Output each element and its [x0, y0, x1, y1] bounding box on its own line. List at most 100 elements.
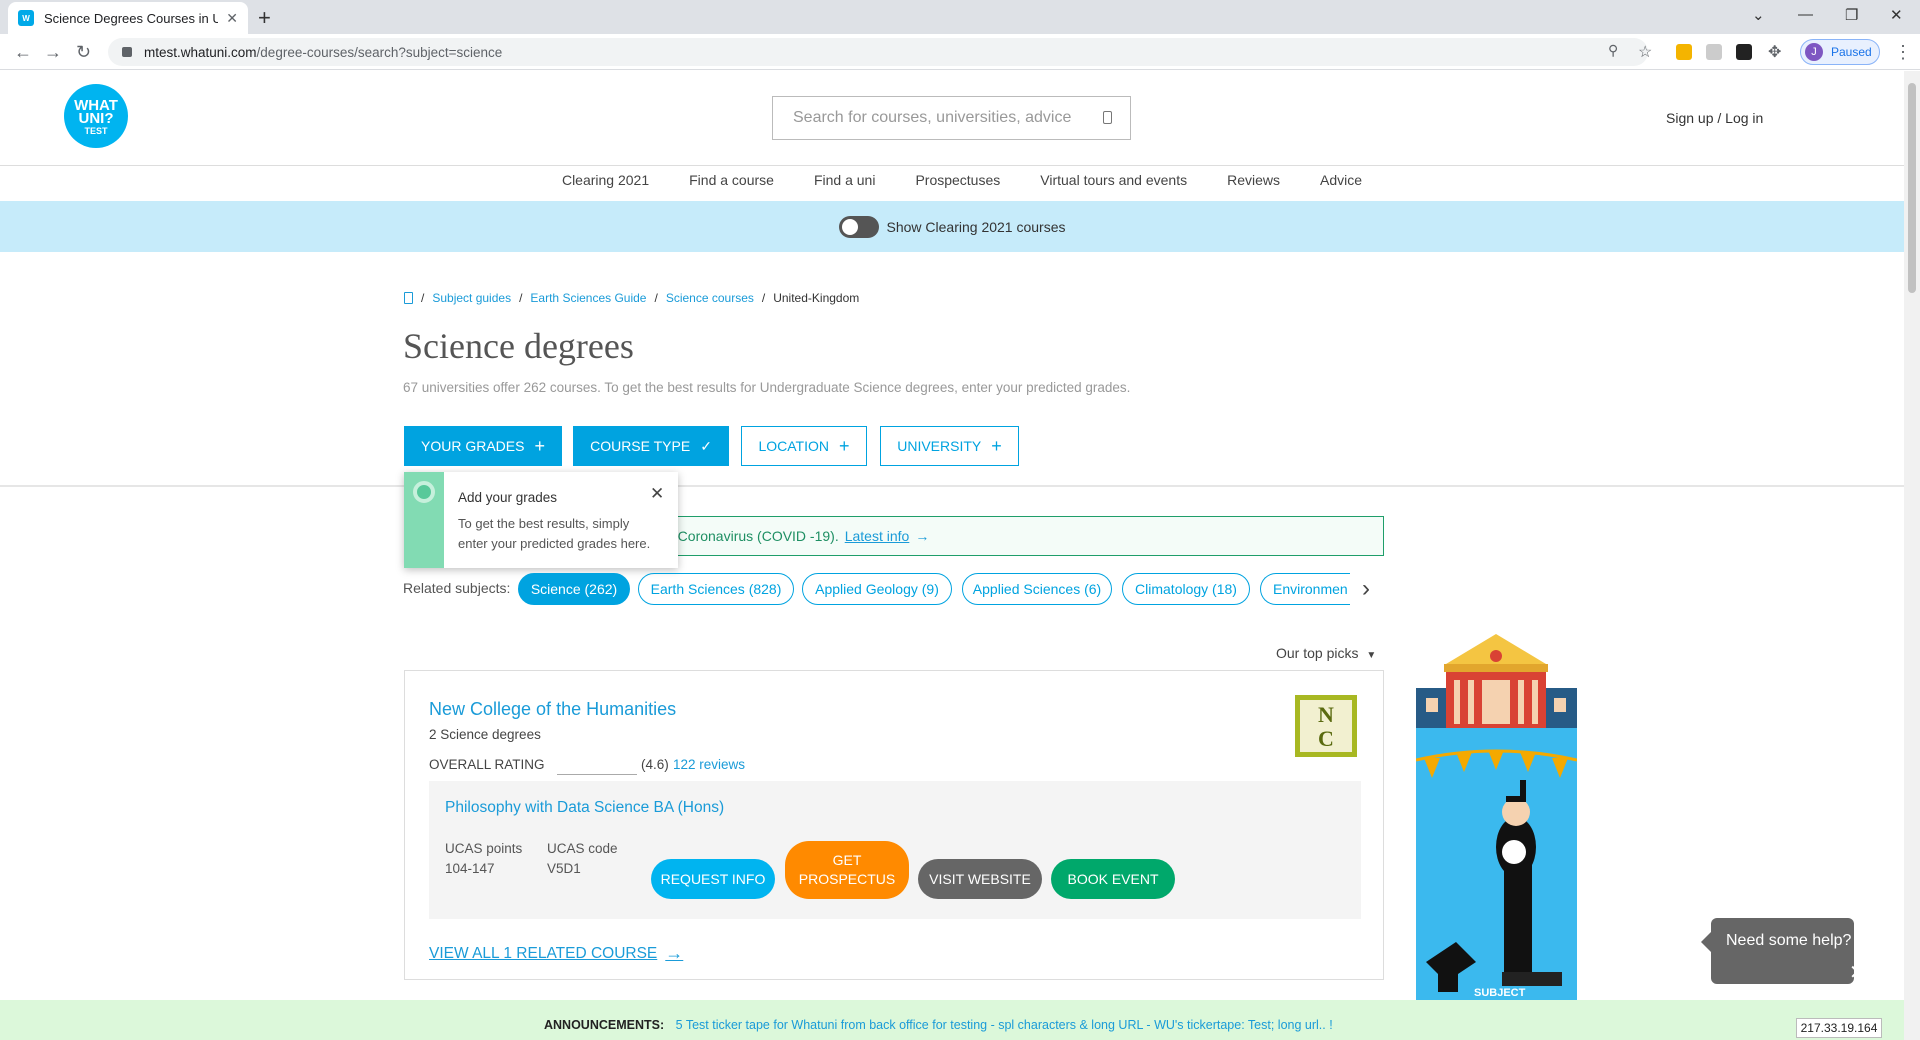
close-tab-icon[interactable]: ✕ — [226, 10, 238, 27]
location-icon[interactable]: ⚲ — [1608, 42, 1618, 59]
view-all-courses-link[interactable]: VIEW ALL 1 RELATED COURSE → — [429, 943, 683, 964]
forward-icon[interactable]: → — [44, 42, 62, 63]
profile-button[interactable]: J Paused — [1800, 39, 1880, 65]
extensions-puzzle-icon[interactable]: ✥ — [1768, 42, 1781, 62]
advert-caption: SUBJECT — [1474, 987, 1526, 999]
degree-count: 2 Science degrees — [429, 727, 541, 742]
whatuni-logo[interactable]: WHAT UNI? TEST — [64, 84, 128, 148]
course-panel: Philosophy with Data Science BA (Hons) U… — [429, 781, 1361, 919]
avatar: J — [1805, 43, 1823, 61]
nav-item-virtual-tours[interactable]: Virtual tours and events — [1040, 172, 1187, 188]
notice-text: by Coronavirus (COVID -19). — [659, 528, 839, 544]
book-event-button[interactable]: BOOK EVENT — [1051, 859, 1175, 899]
related-chip-applied-sciences[interactable]: Applied Sciences (6) — [962, 573, 1112, 605]
filter-university[interactable]: UNIVERSITY + — [880, 426, 1019, 466]
breadcrumb-science-courses[interactable]: Science courses — [666, 291, 754, 305]
divider — [0, 485, 1904, 487]
related-chip-environment[interactable]: Environmen — [1260, 573, 1350, 605]
breadcrumb-subject-guides[interactable]: Subject guides — [432, 291, 511, 305]
check-icon: ✓ — [700, 437, 712, 454]
nav-item-find-course[interactable]: Find a course — [689, 172, 774, 188]
announcement-label: ANNOUNCEMENTS: — [544, 1018, 665, 1032]
minimize-icon[interactable]: — — [1798, 6, 1813, 23]
filter-course-type[interactable]: COURSE TYPE ✓ — [573, 426, 729, 466]
related-chip-science[interactable]: Science (262) — [518, 573, 630, 605]
clearing-toggle[interactable] — [838, 215, 879, 238]
home-icon[interactable] — [404, 292, 413, 304]
breadcrumb-separator: / — [519, 291, 523, 305]
tooltip-accent — [404, 472, 444, 568]
extension-icon[interactable] — [1676, 44, 1692, 60]
new-tab-icon[interactable]: + — [258, 5, 271, 31]
tooltip-body: To get the best results, simply enter yo… — [458, 516, 651, 551]
ucas-code-label: UCAS code — [547, 841, 618, 856]
page-title: Science degrees — [403, 326, 634, 366]
advert-illustration: SUBJECT — [1416, 632, 1577, 1000]
related-chip-climatology[interactable]: Climatology (18) — [1122, 573, 1250, 605]
nav-item-prospectuses[interactable]: Prospectuses — [915, 172, 1000, 188]
close-window-icon[interactable]: ✕ — [1890, 6, 1903, 24]
course-name-link[interactable]: Philosophy with Data Science BA (Hons) — [445, 799, 724, 817]
browser-menu-icon[interactable]: ⋮ — [1894, 42, 1912, 63]
clearing-bar: Show Clearing 2021 courses — [0, 201, 1904, 252]
filter-label: YOUR GRADES — [421, 438, 525, 454]
related-chip-applied-geology[interactable]: Applied Geology (9) — [802, 573, 952, 605]
extension-icon[interactable] — [1706, 44, 1722, 60]
get-prospectus-button[interactable]: GET PROSPECTUS — [785, 841, 909, 899]
arrow-right-icon: → — [915, 528, 930, 544]
nav-item-reviews[interactable]: Reviews — [1227, 172, 1280, 188]
bookmark-star-icon[interactable]: ☆ — [1638, 42, 1652, 62]
extension-icon[interactable] — [1736, 44, 1752, 60]
reviews-link[interactable]: 122 reviews — [673, 757, 745, 772]
filter-label: LOCATION — [758, 438, 829, 454]
advert-banner[interactable]: SUBJECT — [1416, 632, 1577, 1000]
breadcrumb: / Subject guides / Earth Sciences Guide … — [404, 291, 859, 305]
breadcrumb-separator: / — [421, 291, 425, 305]
view-all-label: VIEW ALL 1 RELATED COURSE — [429, 944, 658, 962]
address-bar[interactable]: mtest.whatuni.com/degree-courses/search?… — [108, 38, 1648, 66]
scrollbar-thumb[interactable] — [1908, 83, 1916, 293]
breadcrumb-separator: / — [761, 291, 766, 305]
filter-label: UNIVERSITY — [897, 438, 982, 454]
breadcrumb-earth-sciences[interactable]: Earth Sciences Guide — [530, 291, 646, 305]
search-icon[interactable] — [1103, 111, 1112, 124]
uni-name-link[interactable]: New College of the Humanities — [429, 699, 676, 720]
rating-stars — [557, 774, 637, 775]
help-bubble[interactable]: Need some help? ✕ — [1701, 918, 1866, 984]
latest-info-link[interactable]: Latest info — [845, 528, 910, 544]
reload-icon[interactable]: ↻ — [76, 42, 91, 63]
breadcrumb-separator: / — [654, 291, 658, 305]
browser-tab[interactable]: W Science Degrees Courses in UK | ✕ — [8, 2, 248, 34]
filter-location[interactable]: LOCATION + — [741, 426, 867, 466]
announcement-text[interactable]: 5 Test ticker tape for Whatuni from back… — [676, 1018, 1333, 1032]
back-icon[interactable]: ← — [14, 42, 32, 63]
restore-icon[interactable]: ❐ — [1845, 6, 1858, 24]
filter-your-grades[interactable]: YOUR GRADES + — [404, 426, 562, 466]
request-info-button[interactable]: REQUEST INFO — [651, 859, 775, 899]
ucas-points-value: 104-147 — [445, 861, 495, 876]
announcement-bar: ANNOUNCEMENTS: 5 Test ticker tape for Wh… — [0, 1000, 1904, 1040]
nav-item-find-uni[interactable]: Find a uni — [814, 172, 875, 188]
tab-search-icon[interactable]: ⌄ — [1752, 6, 1765, 24]
visit-website-button[interactable]: VISIT WEBSITE — [918, 859, 1042, 899]
browser-toolbar: ← → ↻ mtest.whatuni.com/degree-courses/s… — [0, 34, 1920, 70]
related-chip-earth-sciences[interactable]: Earth Sciences (828) — [638, 573, 794, 605]
tooltip-heading: Add your grades — [458, 490, 558, 505]
signup-login-link[interactable]: Sign up / Log in — [1666, 110, 1763, 126]
chevron-right-icon[interactable]: › — [1350, 573, 1382, 605]
nav-item-advice[interactable]: Advice — [1320, 172, 1362, 188]
page-scrollbar[interactable] — [1904, 71, 1920, 1040]
related-subjects-label: Related subjects: — [403, 580, 511, 596]
sort-dropdown[interactable]: Our top picks ▼ — [1276, 645, 1376, 661]
rating-label: OVERALL RATING — [429, 757, 545, 772]
button-label: PROSPECTUS — [798, 871, 896, 887]
uni-logo[interactable]: NC — [1295, 695, 1357, 757]
nav-item-clearing[interactable]: Clearing 2021 — [562, 172, 649, 188]
plus-icon: + — [991, 435, 1002, 456]
site-search-input[interactable]: Search for courses, universities, advice — [772, 96, 1131, 140]
rating-value: (4.6) — [641, 757, 669, 772]
sort-label: Our top picks — [1276, 645, 1359, 661]
close-icon[interactable]: ✕ — [650, 484, 664, 504]
lock-icon — [122, 47, 132, 57]
close-icon[interactable]: ✕ — [1849, 960, 1866, 985]
